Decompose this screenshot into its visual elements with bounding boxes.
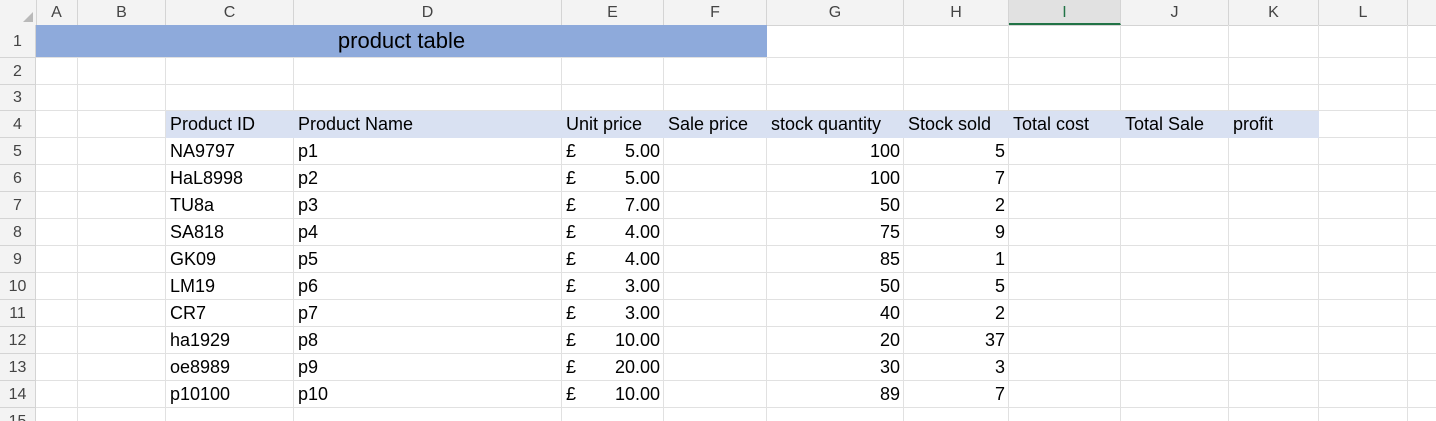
row-header-15[interactable]: 15 [0,408,36,421]
stock-sold-cell[interactable]: 5 [904,273,1009,300]
column-header-j[interactable]: J [1121,0,1229,25]
product-id-cell[interactable]: GK09 [166,246,294,273]
select-all-icon [23,12,33,22]
column-header-g[interactable]: G [767,0,904,25]
product-name-cell[interactable]: p4 [294,219,562,246]
row-header-6[interactable]: 6 [0,165,36,192]
row-header-5[interactable]: 5 [0,138,36,165]
row-header-2[interactable]: 2 [0,58,36,85]
product-id-cell[interactable]: oe8989 [166,354,294,381]
column-header-i[interactable]: I [1009,0,1121,25]
header-cell[interactable]: Total cost [1009,111,1121,138]
header-cell[interactable]: Stock sold [904,111,1009,138]
header-cell[interactable]: Unit price [562,111,664,138]
unit-price-cell[interactable]: 5.00 [562,165,664,192]
unit-price-cell[interactable]: 5.00 [562,138,664,165]
product-name-cell[interactable]: p7 [294,300,562,327]
unit-price-cell[interactable]: 10.00 [562,381,664,408]
product-id-cell[interactable]: p10100 [166,381,294,408]
product-name-cell[interactable]: p2 [294,165,562,192]
product-id-cell[interactable]: NA9797 [166,138,294,165]
column-header-a[interactable]: A [36,0,78,25]
unit-price-cell[interactable]: 7.00 [562,192,664,219]
product-name-cell[interactable]: p6 [294,273,562,300]
column-header-f[interactable]: F [664,0,767,25]
product-id-cell[interactable]: HaL8998 [166,165,294,192]
row-header-9[interactable]: 9 [0,246,36,273]
row-header-12[interactable]: 12 [0,327,36,354]
product-id-cell[interactable]: CR7 [166,300,294,327]
stock-sold-cell[interactable]: 7 [904,381,1009,408]
row-header-14[interactable]: 14 [0,381,36,408]
column-header-d[interactable]: D [294,0,562,25]
header-cell[interactable]: Product Name [294,111,562,138]
stock-sold-cell[interactable]: 3 [904,354,1009,381]
stock-quantity-cell[interactable]: 100 [767,165,904,192]
row-header-4[interactable]: 4 [0,111,36,138]
header-cell[interactable]: Sale price [664,111,767,138]
unit-price-cell[interactable]: 3.00 [562,273,664,300]
unit-price-cell[interactable]: 4.00 [562,246,664,273]
product-name-cell[interactable]: p9 [294,354,562,381]
column-header-l[interactable]: L [1319,0,1408,25]
product-id-cell[interactable]: TU8a [166,192,294,219]
stock-sold-cell[interactable]: 5 [904,138,1009,165]
gridline-horizontal [36,84,1436,85]
stock-quantity-cell[interactable]: 40 [767,300,904,327]
row-header-7[interactable]: 7 [0,192,36,219]
product-name-cell[interactable]: p8 [294,327,562,354]
header-cell[interactable]: profit [1229,111,1319,138]
stock-quantity-cell[interactable]: 50 [767,192,904,219]
row-header-10[interactable]: 10 [0,273,36,300]
row-header-1[interactable]: 1 [0,25,36,58]
stock-quantity-cell[interactable]: 100 [767,138,904,165]
select-all-corner[interactable] [0,0,37,25]
product-id-cell[interactable]: SA818 [166,219,294,246]
spreadsheet: ABCDEFGHIJKL 123456789101112131415 produ… [0,0,1436,421]
stock-quantity-cell[interactable]: 75 [767,219,904,246]
unit-price-cell[interactable]: 4.00 [562,219,664,246]
product-name-cell[interactable]: p5 [294,246,562,273]
stock-sold-cell[interactable]: 7 [904,165,1009,192]
column-header-e[interactable]: E [562,0,664,25]
stock-quantity-cell[interactable]: 89 [767,381,904,408]
product-id-cell[interactable]: LM19 [166,273,294,300]
unit-price-cell[interactable]: 20.00 [562,354,664,381]
stock-sold-cell[interactable]: 1 [904,246,1009,273]
stock-quantity-cell[interactable]: 50 [767,273,904,300]
stock-quantity-cell[interactable]: 85 [767,246,904,273]
column-header-k[interactable]: K [1229,0,1319,25]
gridline-horizontal [36,57,1436,58]
unit-price-cell[interactable]: 10.00 [562,327,664,354]
stock-sold-cell[interactable]: 2 [904,192,1009,219]
row-header-3[interactable]: 3 [0,85,36,111]
row-header-11[interactable]: 11 [0,300,36,327]
product-id-cell[interactable]: ha1929 [166,327,294,354]
stock-sold-cell[interactable]: 9 [904,219,1009,246]
stock-quantity-cell[interactable]: 30 [767,354,904,381]
stock-quantity-cell[interactable]: 20 [767,327,904,354]
unit-price-cell[interactable]: 3.00 [562,300,664,327]
header-cell[interactable]: Product ID [166,111,294,138]
row-header-8[interactable]: 8 [0,219,36,246]
product-name-cell[interactable]: p3 [294,192,562,219]
product-name-cell[interactable]: p10 [294,381,562,408]
header-cell[interactable]: Total Sale [1121,111,1229,138]
header-cell[interactable]: stock quantity [767,111,904,138]
row-header-13[interactable]: 13 [0,354,36,381]
column-header-b[interactable]: B [78,0,166,25]
product-name-cell[interactable]: p1 [294,138,562,165]
column-header-h[interactable]: H [904,0,1009,25]
stock-sold-cell[interactable]: 2 [904,300,1009,327]
table-title[interactable]: product table [36,25,767,57]
stock-sold-cell[interactable]: 37 [904,327,1009,354]
column-header-c[interactable]: C [166,0,294,25]
